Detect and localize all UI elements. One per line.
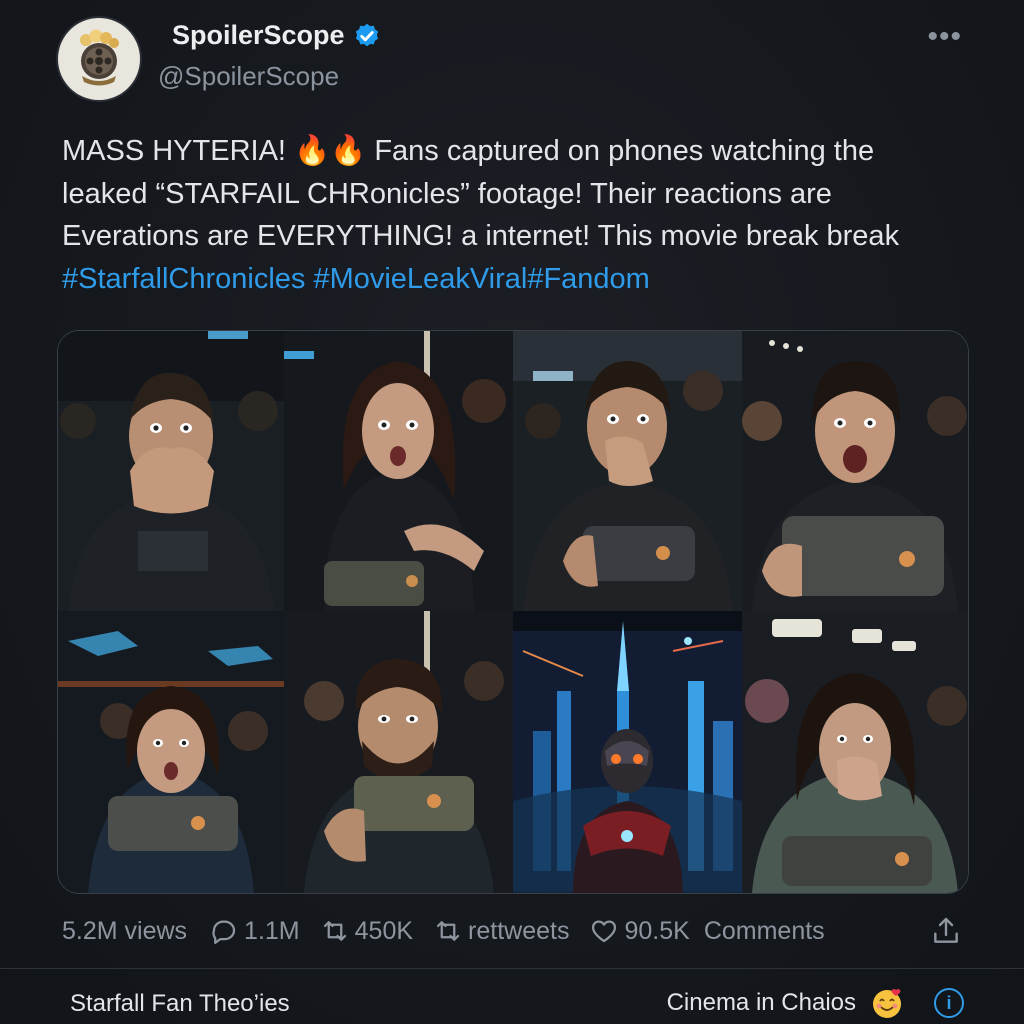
user-handle[interactable]: @SpoilerScope	[158, 61, 339, 92]
tweet-line-1-start: MASS HYTERIA!	[62, 135, 295, 167]
media-tile-armored-robot-city[interactable]	[513, 611, 742, 893]
fan-photo-5	[58, 611, 284, 893]
retweets-label: rettweets	[468, 916, 570, 945]
related-topic-link[interactable]: Starfall Fan Theo’ies	[70, 990, 290, 1018]
media-grid[interactable]	[57, 330, 969, 894]
hashtag-movieleakviral[interactable]: #MovieLeakViral	[305, 263, 527, 295]
hashtag-starfallchronicles[interactable]: #StarfallChronicles	[62, 263, 305, 295]
reply-button[interactable]: 1.1M	[209, 916, 300, 946]
retweet-icon	[323, 921, 346, 941]
reply-count: 1.1M	[244, 916, 300, 945]
retweet-button[interactable]: 450K	[320, 916, 413, 946]
tweet-text: MASS HYTERIA! 🔥🔥 Fans captured on phones…	[62, 130, 982, 300]
tweet-line-2: leaked “STARFAIL CHRonicles” footage! Th…	[62, 177, 832, 210]
movie-still-robot	[513, 611, 742, 893]
tweet-card: SpoilerScope @SpoilerScope ••• MASS HYTE…	[0, 0, 1024, 1024]
share-icon	[934, 917, 958, 943]
hashtag-line: #StarfallChronicles #MovieLeakViral#Fand…	[62, 258, 982, 301]
views-label: 5.2M views	[62, 916, 188, 945]
action-bar: 5.2M views 1.1M 450K rettweets 90.5K Com…	[62, 910, 962, 952]
retweet-count: 450K	[354, 916, 414, 945]
media-tile-woman-pointing-at-phone[interactable]	[284, 331, 513, 611]
media-tile-woman-hand-over-mouth[interactable]	[742, 611, 968, 893]
tweet-line-3: Everations are EVERYTHING! a internet! T…	[62, 220, 900, 252]
media-tile-bearded-man-phone[interactable]	[284, 611, 513, 893]
cinema-link[interactable]: Cinema in Chaios	[667, 989, 856, 1017]
tweet-line-1: MASS HYTERIA! 🔥🔥 Fans captured on phones…	[62, 130, 982, 173]
info-button[interactable]: i	[934, 988, 964, 1018]
retweet-icon	[436, 921, 460, 941]
film-reel-popcorn-logo	[80, 29, 119, 86]
name-row: SpoilerScope	[172, 20, 381, 51]
comments-label: Comments	[703, 916, 825, 945]
heart-icon	[592, 920, 617, 943]
fan-photo-6	[284, 611, 513, 893]
fire-emoji-icon: 🔥🔥	[294, 135, 367, 167]
media-tile-fan-covering-mouth[interactable]	[58, 331, 284, 611]
views-count: 5.2M views	[62, 917, 187, 946]
retweets-link[interactable]: rettweets	[433, 916, 569, 946]
reply-icon	[212, 920, 236, 944]
footer-right: Cinema in Chaios i	[667, 986, 964, 1020]
comments-link[interactable]: Comments	[704, 917, 825, 946]
share-button[interactable]	[930, 915, 962, 947]
fan-photo-3	[513, 331, 742, 611]
profile-avatar[interactable]	[58, 18, 140, 100]
media-tile-man-screaming-phone[interactable]	[742, 331, 968, 611]
media-tile-woman-shocked-phone[interactable]	[58, 611, 284, 893]
fan-photo-2	[284, 331, 513, 611]
tweet-line-1-end: Fans captured on phones watching the	[366, 135, 875, 167]
hashtag-fandom[interactable]: #Fandom	[527, 263, 650, 295]
fan-photo-4	[742, 331, 968, 611]
more-options-button[interactable]: •••	[927, 20, 962, 54]
smiling-face-hearts-icon	[873, 989, 901, 1018]
fan-photo-8	[742, 611, 968, 893]
footer-divider	[0, 968, 1024, 969]
like-count: 90.5K	[624, 916, 690, 945]
media-tile-man-hand-over-mouth[interactable]	[513, 331, 742, 611]
fan-photo-1	[58, 331, 284, 611]
display-name[interactable]: SpoilerScope	[172, 20, 345, 51]
verified-badge-icon	[355, 23, 378, 46]
like-button[interactable]: 90.5K	[589, 916, 690, 946]
